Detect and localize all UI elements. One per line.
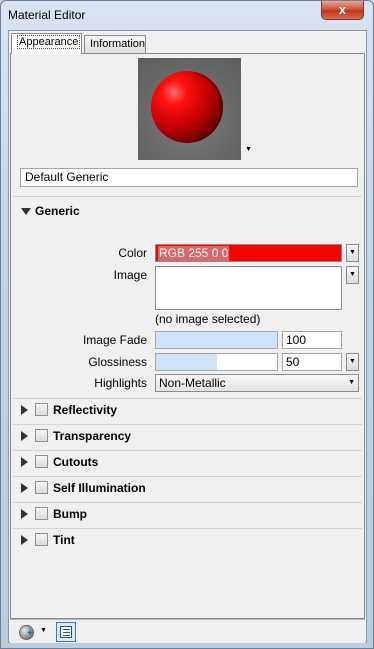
- color-label: Color: [118, 246, 147, 260]
- slider-fill: [156, 354, 217, 370]
- material-name-field[interactable]: Default Generic: [20, 168, 358, 187]
- close-button[interactable]: x: [321, 1, 364, 20]
- highlights-label: Highlights: [94, 376, 147, 390]
- self-illumination-checkbox[interactable]: [35, 481, 48, 494]
- chevron-down-icon: ▼: [348, 379, 355, 386]
- expand-arrow-icon: [21, 457, 28, 467]
- window-title: Material Editor: [8, 8, 86, 22]
- glossiness-value-field[interactable]: 50: [282, 353, 342, 371]
- highlights-select[interactable]: Non-Metallic ▼: [155, 374, 359, 392]
- chevron-down-icon[interactable]: ▼: [245, 146, 252, 153]
- image-fade-label: Image Fade: [82, 333, 147, 347]
- image-slot[interactable]: [155, 266, 342, 310]
- chevron-down-icon[interactable]: ▼: [40, 627, 47, 634]
- expand-arrow-icon: [21, 431, 28, 441]
- glossiness-label: Glossiness: [88, 355, 147, 369]
- editor-client-area: Appearance Information ▼ Default Generic…: [8, 30, 367, 643]
- plus-icon: +: [27, 628, 33, 639]
- section-reflectivity[interactable]: Reflectivity: [21, 400, 321, 420]
- bottom-toolbar: + ▼: [10, 619, 365, 643]
- color-swatch[interactable]: RGB 255 0 0: [155, 244, 342, 262]
- expand-arrow-icon: [21, 483, 28, 493]
- material-editor-window: Material Editor x Appearance Information…: [0, 0, 374, 649]
- section-transparency[interactable]: Transparency: [21, 426, 321, 446]
- material-preview[interactable]: [138, 58, 241, 160]
- divider: [13, 196, 362, 197]
- glossiness-dropdown-button[interactable]: ▼: [346, 353, 359, 371]
- tab-information[interactable]: Information: [84, 35, 146, 54]
- image-dropdown-button[interactable]: ▼: [346, 266, 359, 284]
- reflectivity-checkbox[interactable]: [35, 403, 48, 416]
- tab-appearance[interactable]: Appearance: [11, 33, 82, 54]
- expand-triangle-icon: [21, 208, 31, 215]
- title-bar[interactable]: Material Editor x: [1, 1, 373, 29]
- section-cutouts[interactable]: Cutouts: [21, 452, 321, 472]
- image-fade-value-field[interactable]: 100: [282, 331, 342, 349]
- expand-arrow-icon: [21, 509, 28, 519]
- appearance-panel: ▼ Default Generic Generic Color RGB 255 …: [10, 53, 365, 619]
- section-bump[interactable]: Bump: [21, 504, 321, 524]
- image-label: Image: [113, 268, 147, 282]
- tint-checkbox[interactable]: [35, 533, 48, 546]
- transparency-checkbox[interactable]: [35, 429, 48, 442]
- color-dropdown-button[interactable]: ▼: [346, 244, 359, 262]
- no-image-text: (no image selected): [155, 312, 261, 326]
- section-generic[interactable]: Generic: [21, 201, 80, 221]
- section-tint[interactable]: Tint: [21, 530, 321, 550]
- expand-arrow-icon: [21, 535, 28, 545]
- section-self-illumination[interactable]: Self Illumination: [21, 478, 321, 498]
- slider-fill: [156, 332, 277, 348]
- glossiness-slider[interactable]: [155, 353, 278, 371]
- color-value: RGB 255 0 0: [158, 246, 230, 261]
- image-fade-slider[interactable]: [155, 331, 278, 349]
- bump-checkbox[interactable]: [35, 507, 48, 520]
- panel-toggle-button[interactable]: [56, 622, 76, 642]
- close-icon: x: [338, 2, 347, 17]
- cutouts-checkbox[interactable]: [35, 455, 48, 468]
- panel-icon: [60, 626, 72, 638]
- expand-arrow-icon: [21, 405, 28, 415]
